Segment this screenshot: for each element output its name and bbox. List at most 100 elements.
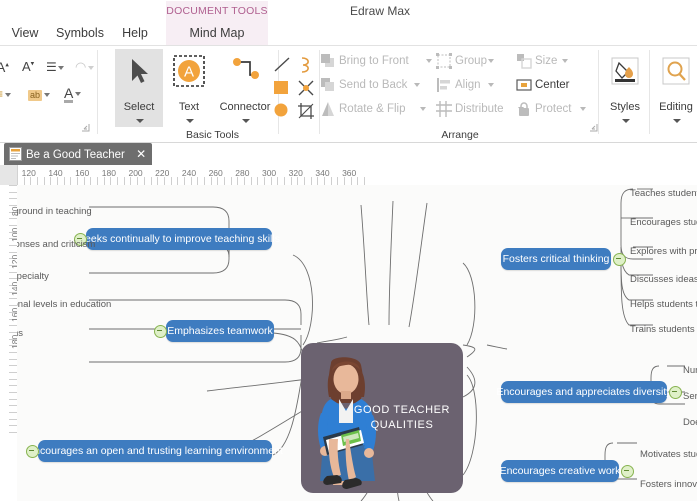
document-icon (9, 147, 22, 161)
mindmap-node[interactable]: Seeks continually to improve teaching sk… (78, 228, 280, 250)
ruler-tick (24, 177, 25, 185)
text-tool-button[interactable]: A Text (165, 49, 213, 127)
align-text-icon[interactable]: ☰ (46, 61, 64, 73)
ruler-tick (191, 177, 192, 185)
ruler-tick (297, 177, 298, 185)
mindmap-leaf[interactable]: Teaches students to think independently (630, 189, 697, 199)
rectangle-shape-icon[interactable] (271, 79, 291, 97)
styles-caret[interactable] (622, 119, 630, 123)
styles-button[interactable]: Styles (601, 49, 649, 127)
mindmap-leaf[interactable]: Helps students to evaluate arguments (630, 300, 697, 310)
ribbon-tab-view[interactable]: View (8, 22, 42, 45)
chevron-down-icon[interactable] (420, 107, 426, 111)
font-dialog-launcher[interactable] (82, 124, 91, 133)
align-button[interactable]: Align (436, 74, 514, 96)
mindmap-leaf[interactable]: Trains students in analytical skills (630, 325, 697, 335)
vertical-ruler[interactable]: 80 100 120 140 160 180 (0, 185, 18, 501)
ruler-tick (357, 177, 358, 185)
chevron-down-icon[interactable] (414, 83, 420, 87)
ruler-label: 260 (208, 168, 223, 178)
mindmap-leaf[interactable]: Nurtures an inclusive classroom (683, 366, 697, 376)
mindmap-leaf[interactable]: Has good technical background in teachin… (17, 207, 92, 217)
bullet-list-icon[interactable]: ≡ (0, 88, 12, 100)
mindmap-leaf[interactable]: Fosters innovative thinking (640, 480, 697, 490)
mindmap-node[interactable]: Fosters critical thinking (501, 248, 611, 270)
mindmap-leaf[interactable]: Explores with problem-solving methods (630, 247, 697, 257)
ruler-tick (211, 177, 212, 185)
connector-tool-button[interactable]: Connector (214, 49, 276, 127)
select-tool-button[interactable]: Select (115, 49, 163, 127)
chevron-down-icon[interactable] (488, 83, 494, 87)
ruler-label: 340 (315, 168, 330, 178)
mindmap-canvas[interactable]: GOOD TEACHER QUALITIES Seeks continually… (17, 185, 697, 501)
mindmap-node[interactable]: Encourages creative work (500, 460, 620, 482)
mindmap-node[interactable]: Emphasizes teamwork (166, 320, 274, 342)
mindmap-node[interactable]: Encourages and appreciates diversity (496, 381, 672, 403)
mindmap-leaf[interactable]: Encourages students to ask questions (630, 218, 697, 228)
chevron-down-icon[interactable] (562, 59, 568, 63)
center-button[interactable]: Center (516, 74, 598, 96)
curve-text-icon[interactable]: ◠ (75, 60, 95, 73)
ruler-tick (9, 425, 17, 426)
collapse-toggle[interactable] (154, 325, 167, 338)
ellipse-shape-icon[interactable] (271, 101, 291, 121)
connector-tool-caret[interactable] (242, 119, 250, 123)
ruler-tick (364, 177, 365, 185)
font-color-icon[interactable]: A (64, 86, 82, 103)
text-tool-caret[interactable] (186, 119, 194, 123)
grow-font-icon[interactable]: A▴ (0, 60, 9, 74)
ribbon-tab-mind-map[interactable]: Mind Map (166, 22, 268, 45)
mindmap-node[interactable]: Encourages an open and trusting learning… (27, 440, 283, 462)
collapse-toggle[interactable] (621, 465, 634, 478)
mindmap-leaf[interactable]: Motivates students to explore (640, 450, 697, 460)
protect-lock-button[interactable]: Protect (516, 98, 598, 120)
chevron-down-icon[interactable] (580, 107, 586, 111)
document-tab-close-icon[interactable]: ✕ (136, 147, 146, 161)
editing-caret[interactable] (673, 119, 681, 123)
ruler-tick (9, 405, 17, 406)
select-tool-caret[interactable] (136, 119, 144, 123)
ruler-tick (237, 177, 238, 185)
editing-button[interactable]: Editing (652, 49, 697, 127)
distribute-button[interactable]: Distribute (436, 98, 524, 120)
size-button[interactable]: Size (516, 50, 598, 72)
text-field-icon[interactable]: ab (28, 87, 51, 101)
ruler-tick (291, 177, 292, 185)
collapse-toggle[interactable] (613, 253, 626, 266)
mindmap-leaf[interactable]: Serves diverse learning needs (683, 392, 697, 402)
paint-bucket-icon (611, 57, 639, 85)
mindmap-leaf[interactable]: Does not show favouritism (683, 418, 697, 428)
ruler-tick (104, 177, 105, 185)
send-to-back-button[interactable]: Send to Back (320, 74, 432, 96)
shrink-font-icon[interactable]: A▾ (22, 60, 34, 73)
ruler-tick (284, 177, 285, 185)
ruler-tick (50, 177, 51, 185)
document-tab[interactable]: Be a Good Teacher ✕ (4, 143, 153, 165)
chevron-down-icon[interactable] (488, 59, 494, 63)
mindmap-leaf[interactable]: Keeps up with national and international… (17, 300, 111, 310)
ruler-tick (124, 177, 125, 185)
rotate-flip-button[interactable]: Rotate & Flip (320, 98, 432, 120)
mindmap-leaf[interactable]: Encourages students to work in teams (17, 329, 23, 339)
horizontal-ruler[interactable]: 120 140 160 180 200 220 240 260 280 300 320 340 360 (0, 165, 697, 186)
pencil-shape-icon[interactable] (296, 78, 316, 98)
size-label: Size (535, 55, 558, 67)
ruler-tick (9, 252, 17, 253)
ribbon-tab-help[interactable]: Help (118, 22, 152, 45)
group-button[interactable]: Group (436, 50, 514, 72)
mindmap-leaf[interactable]: Takes and analyses responses and critici… (17, 240, 95, 250)
crop-shape-icon[interactable] (296, 101, 316, 121)
ruler-tick (9, 305, 17, 306)
ruler-tick (9, 218, 17, 219)
collapse-toggle[interactable] (26, 445, 39, 458)
arc-shape-icon[interactable] (297, 55, 315, 75)
collapse-toggle[interactable] (669, 386, 682, 399)
ruler-tick (9, 385, 17, 386)
ribbon-tab-symbols[interactable]: Symbols (50, 22, 110, 45)
chevron-down-icon[interactable] (426, 59, 432, 63)
ruler-tick (64, 177, 65, 185)
mindmap-leaf[interactable]: Discusses ideas in an organized way (630, 275, 697, 285)
bring-to-front-button[interactable]: Bring to Front (320, 50, 432, 72)
mindmap-leaf[interactable]: Continuing education in specialty (17, 272, 49, 282)
line-shape-icon[interactable] (272, 56, 292, 74)
